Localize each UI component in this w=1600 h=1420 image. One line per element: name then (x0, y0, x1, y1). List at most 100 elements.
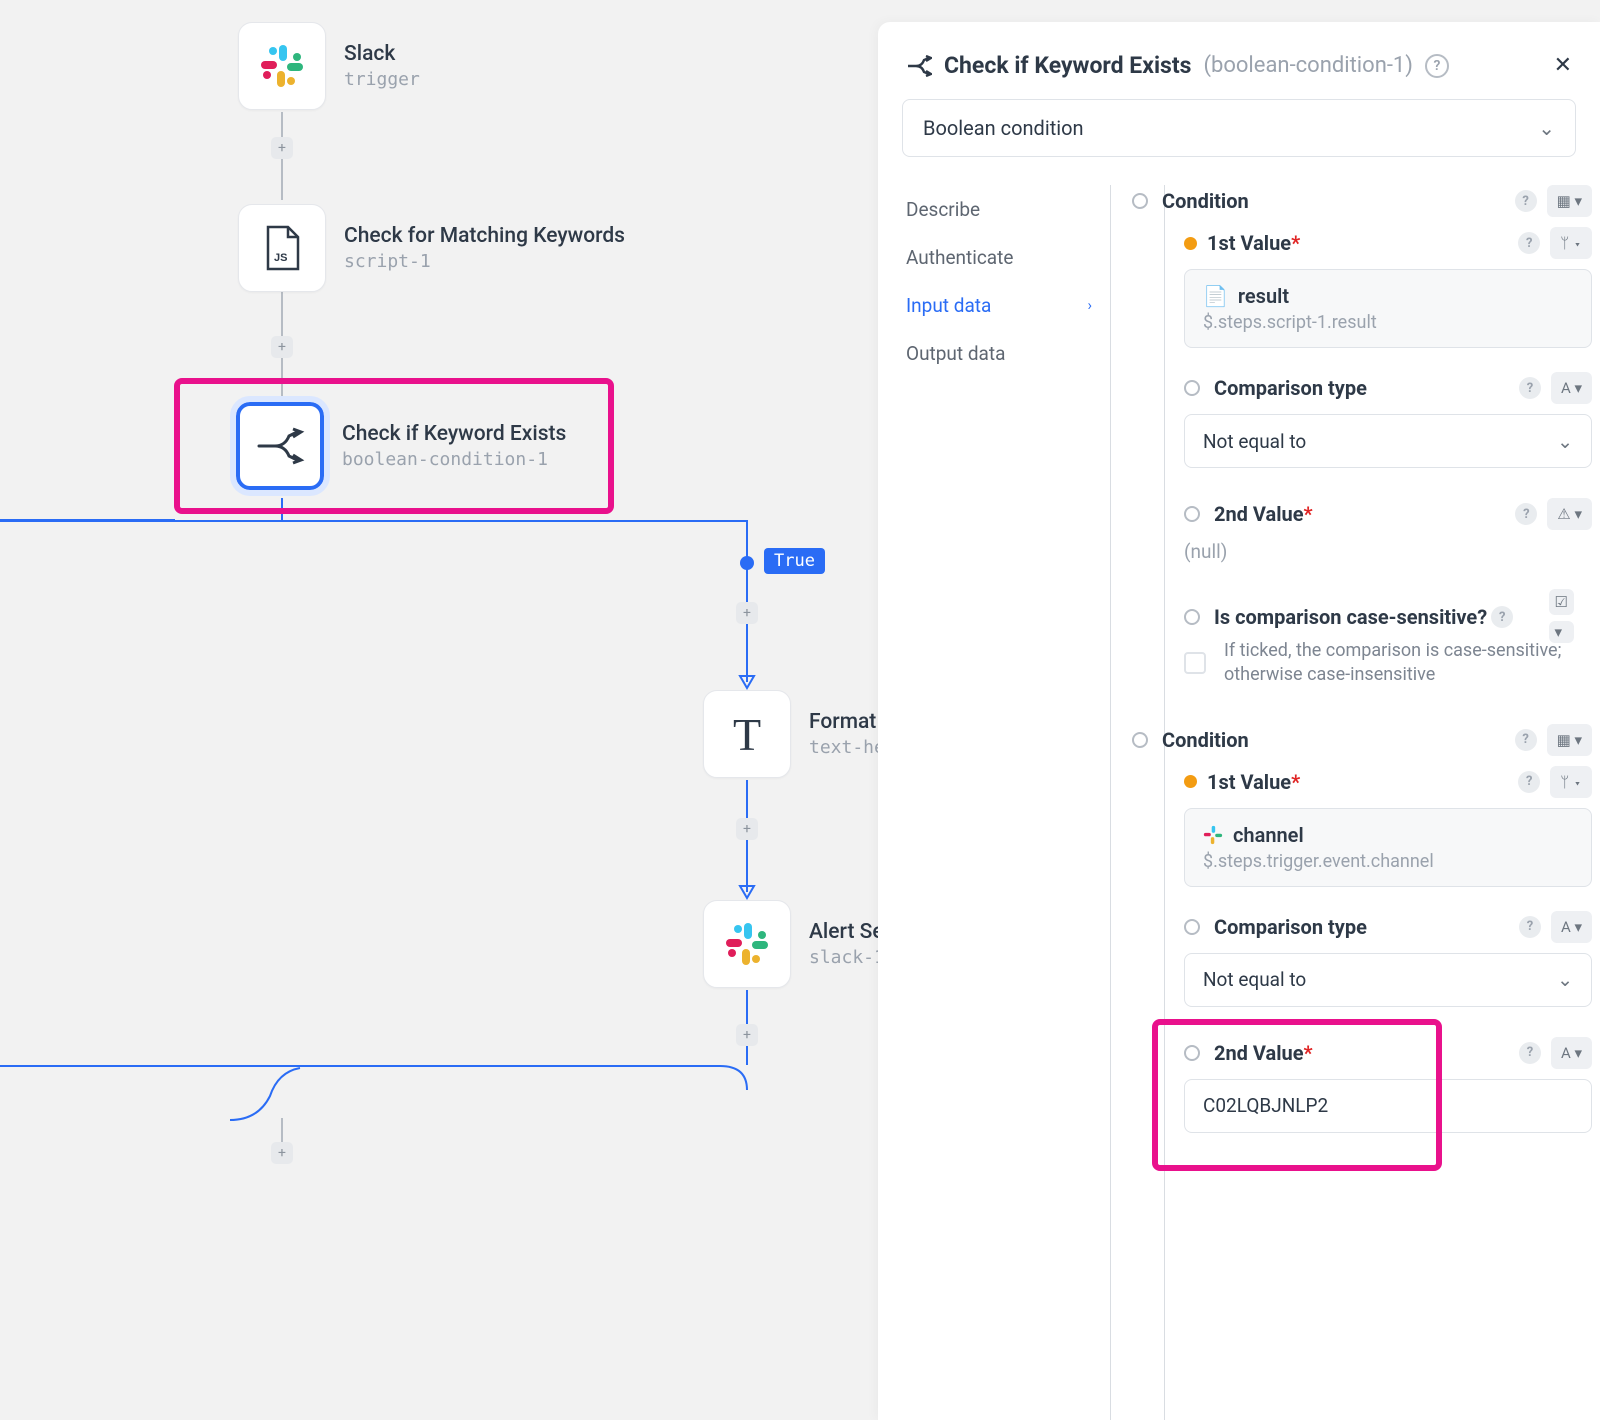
radio-icon[interactable] (1184, 380, 1200, 396)
type-button[interactable]: ☑ (1549, 589, 1574, 615)
help-icon[interactable]: ? (1515, 729, 1537, 751)
value-input[interactable]: C02LQBJNLP2 (1184, 1079, 1592, 1133)
chip-path: $.steps.script-1.result (1203, 312, 1573, 333)
branch-icon (255, 426, 305, 466)
add-step-button[interactable]: + (271, 1142, 293, 1164)
node-icon (703, 900, 791, 988)
input-value: C02LQBJNLP2 (1203, 1094, 1328, 1117)
panel-slug: (boolean-condition-1) (1203, 53, 1413, 78)
radio-icon[interactable] (1184, 506, 1200, 522)
select-value: Not equal to (1203, 968, 1306, 991)
tag-true: True (764, 548, 825, 574)
view-mode-button[interactable]: ▦ ▾ (1547, 185, 1592, 217)
field-1st-value: 1st Value* (1207, 231, 1300, 255)
text-icon: T (733, 708, 761, 761)
add-step-button[interactable]: + (736, 602, 758, 624)
hint-text: If ticked, the comparison is case-sensit… (1224, 639, 1564, 688)
comparison-select[interactable]: Not equal to ⌄ (1184, 414, 1592, 468)
node-icon: T (703, 690, 791, 778)
tab-authenticate[interactable]: Authenticate (906, 233, 1100, 281)
status-dot-icon (1184, 237, 1197, 250)
chevron-down-icon: ⌄ (1538, 116, 1555, 140)
node-script[interactable]: JS Check for Matching Keywords script-1 (238, 204, 625, 292)
help-icon[interactable]: ? (1519, 916, 1541, 938)
radio-icon[interactable] (1184, 609, 1200, 625)
add-step-button[interactable]: + (271, 336, 293, 358)
help-icon[interactable]: ? (1518, 232, 1540, 254)
type-button[interactable]: A ▾ (1551, 911, 1592, 943)
help-icon[interactable]: ? (1425, 54, 1449, 78)
slack-icon (1203, 825, 1223, 845)
result-icon: 📄 (1203, 284, 1228, 308)
panel-tabs: Describe Authenticate Input data › Outpu… (878, 185, 1100, 1420)
node-subtitle: trigger (344, 69, 420, 90)
node-subtitle: script-1 (344, 251, 625, 272)
panel-title: Check if Keyword Exists (944, 52, 1191, 79)
node-alert[interactable]: Alert Se slack-1 (703, 900, 885, 988)
node-title: Alert Se (809, 920, 885, 945)
chip-path: $.steps.trigger.event.channel (1203, 851, 1573, 872)
tab-label: Input data (906, 294, 991, 317)
node-condition[interactable]: Check if Keyword Exists boolean-conditio… (236, 402, 566, 490)
node-subtitle: text-he (809, 737, 885, 758)
step-type-label: Boolean condition (923, 116, 1084, 140)
type-button[interactable]: ⚠ ▾ (1547, 498, 1592, 530)
node-slack[interactable]: Slack trigger (238, 22, 420, 110)
svg-text:JS: JS (274, 252, 287, 264)
step-type-select[interactable]: Boolean condition ⌄ (902, 99, 1576, 157)
null-placeholder: (null) (1184, 540, 1592, 563)
add-step-button[interactable]: + (736, 1024, 758, 1046)
chevron-down-icon: ⌄ (1557, 430, 1573, 453)
tab-output-data[interactable]: Output data (906, 329, 1100, 377)
chip-title: channel (1233, 823, 1304, 847)
node-icon (238, 22, 326, 110)
node-subtitle: boolean-condition-1 (342, 449, 566, 470)
type-button[interactable]: ᛘ ▾ (1550, 766, 1592, 798)
add-step-button[interactable]: + (736, 818, 758, 840)
node-title: Format (809, 710, 885, 735)
type-button[interactable]: A ▾ (1551, 1037, 1592, 1069)
add-step-button[interactable]: + (271, 137, 293, 159)
value-chip[interactable]: 📄result $.steps.script-1.result (1184, 269, 1592, 348)
node-title: Check for Matching Keywords (344, 224, 625, 249)
radio-icon[interactable] (1132, 193, 1148, 209)
comparison-select[interactable]: Not equal to ⌄ (1184, 953, 1592, 1007)
type-button[interactable]: ▾ (1549, 621, 1574, 643)
node-icon: JS (238, 204, 326, 292)
chevron-right-icon: › (1087, 296, 1092, 314)
slack-icon (259, 43, 305, 89)
close-icon[interactable]: ✕ (1554, 53, 1572, 78)
checkbox[interactable] (1184, 652, 1206, 674)
field-case-sensitive: Is comparison case-sensitive? (1214, 605, 1487, 629)
tab-input-data[interactable]: Input data › (906, 281, 1100, 329)
help-icon[interactable]: ? (1518, 771, 1540, 793)
help-icon[interactable]: ? (1515, 190, 1537, 212)
radio-icon[interactable] (1184, 919, 1200, 935)
field-comparison-type: Comparison type (1214, 376, 1367, 400)
node-format[interactable]: T Format text-he (703, 690, 885, 778)
field-2nd-value: 2nd Value* (1214, 1041, 1313, 1065)
input-data-form: Condition ? ▦ ▾ 1st Value* ? ᛘ ▾ 📄result … (1100, 185, 1600, 1420)
help-icon[interactable]: ? (1491, 606, 1513, 628)
view-mode-button[interactable]: ▦ ▾ (1547, 724, 1592, 756)
workflow-canvas[interactable]: Slack trigger + JS Check for Matching Ke… (0, 0, 1600, 1420)
node-title: Check if Keyword Exists (342, 422, 566, 447)
status-dot-icon (1184, 775, 1197, 788)
tab-describe[interactable]: Describe (906, 185, 1100, 233)
value-chip[interactable]: channel $.steps.trigger.event.channel (1184, 808, 1592, 887)
node-icon (236, 402, 324, 490)
help-icon[interactable]: ? (1519, 377, 1541, 399)
field-condition: Condition (1162, 189, 1249, 213)
radio-icon[interactable] (1132, 732, 1148, 748)
radio-icon[interactable] (1184, 1045, 1200, 1061)
type-button[interactable]: A ▾ (1551, 372, 1592, 404)
field-1st-value: 1st Value* (1207, 770, 1300, 794)
slack-icon (724, 921, 770, 967)
help-icon[interactable]: ? (1519, 1042, 1541, 1064)
node-subtitle: slack-1 (809, 947, 885, 968)
type-button[interactable]: ᛘ ▾ (1550, 227, 1592, 259)
branch-dot (740, 556, 754, 570)
select-value: Not equal to (1203, 430, 1306, 453)
help-icon[interactable]: ? (1515, 503, 1537, 525)
chevron-down-icon: ⌄ (1557, 968, 1573, 991)
